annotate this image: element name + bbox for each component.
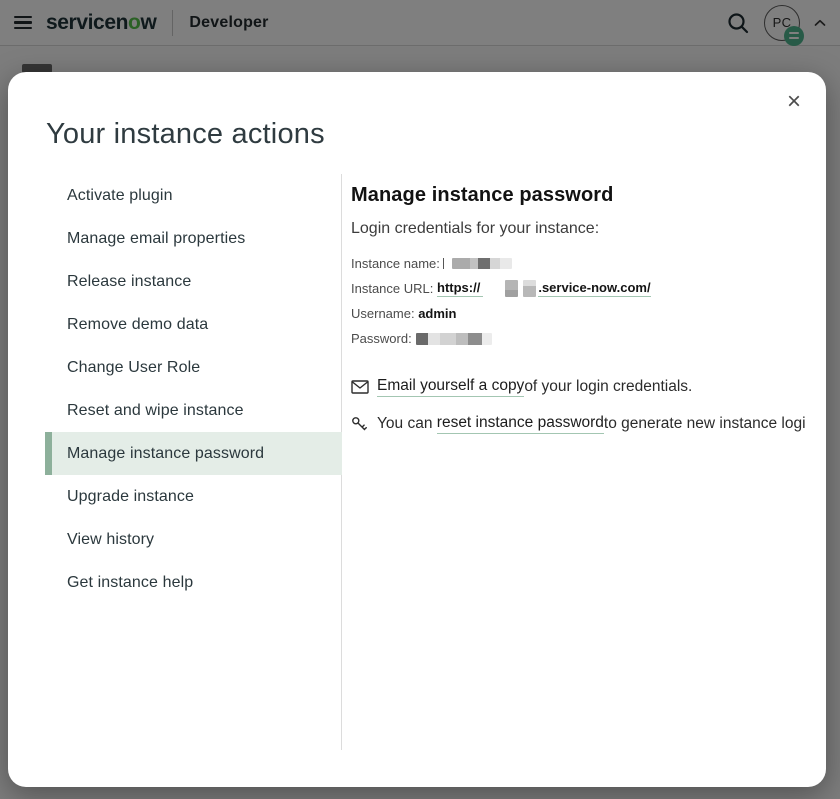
instance-name-row: Instance name: <box>351 251 794 276</box>
menu-item-release-instance[interactable]: Release instance <box>45 260 342 303</box>
reset-password-row: You can reset instance password to gener… <box>351 414 794 434</box>
manage-password-panel: Manage instance password Login credentia… <box>342 174 794 750</box>
instance-name-redacted-value <box>452 258 512 269</box>
actions-menu: Activate plugin Manage email properties … <box>45 174 342 604</box>
redaction-edge <box>443 258 444 269</box>
credentials-block: Instance name: Instance URL: https:// .s… <box>351 251 794 351</box>
menu-item-upgrade-instance[interactable]: Upgrade instance <box>45 475 342 518</box>
actions-menu-column: Activate plugin Manage email properties … <box>8 174 342 750</box>
email-yourself-link[interactable]: Email yourself a copy <box>377 377 524 397</box>
email-credentials-row: Email yourself a copy of your login cred… <box>351 377 794 397</box>
username-value: admin <box>418 306 456 321</box>
menu-item-get-instance-help[interactable]: Get instance help <box>45 561 342 604</box>
panel-heading: Manage instance password <box>351 184 794 207</box>
reset-instance-password-link[interactable]: reset instance password <box>437 414 604 434</box>
instance-url-prefix-link[interactable]: https:// <box>437 280 483 297</box>
menu-item-remove-demo-data[interactable]: Remove demo data <box>45 303 342 346</box>
reset-line-after: to generate new instance logi <box>604 415 806 433</box>
close-icon[interactable]: × <box>778 86 810 118</box>
username-row: Username: admin <box>351 301 794 326</box>
instance-url-suffix-link[interactable]: .service-now.com/ <box>538 280 650 297</box>
key-icon <box>351 416 371 433</box>
instance-name-label: Instance name: <box>351 256 440 271</box>
menu-item-change-user-role[interactable]: Change User Role <box>45 346 342 389</box>
menu-item-manage-instance-password[interactable]: Manage instance password <box>45 432 342 475</box>
instance-url-row: Instance URL: https:// .service-now.com/ <box>351 276 794 301</box>
password-label: Password: <box>351 331 412 346</box>
menu-item-manage-email-properties[interactable]: Manage email properties <box>45 217 342 260</box>
instance-url-redacted-2 <box>523 280 536 297</box>
password-redacted-value <box>416 333 492 345</box>
instance-url-label: Instance URL: <box>351 281 433 296</box>
instance-url-redacted-1 <box>505 280 518 297</box>
envelope-icon <box>351 380 371 394</box>
reset-line-before: You can <box>377 415 432 433</box>
username-label: Username: <box>351 306 415 321</box>
email-line-rest: of your login credentials. <box>524 378 692 396</box>
instance-actions-modal: × Your instance actions Activate plugin … <box>8 72 826 787</box>
password-row: Password: <box>351 326 794 351</box>
modal-title: Your instance actions <box>46 118 826 151</box>
menu-item-view-history[interactable]: View history <box>45 518 342 561</box>
menu-item-activate-plugin[interactable]: Activate plugin <box>45 174 342 217</box>
panel-intro: Login credentials for your instance: <box>351 220 794 238</box>
menu-item-reset-and-wipe-instance[interactable]: Reset and wipe instance <box>45 389 342 432</box>
screen: servicenow Developer PC <box>0 0 840 799</box>
